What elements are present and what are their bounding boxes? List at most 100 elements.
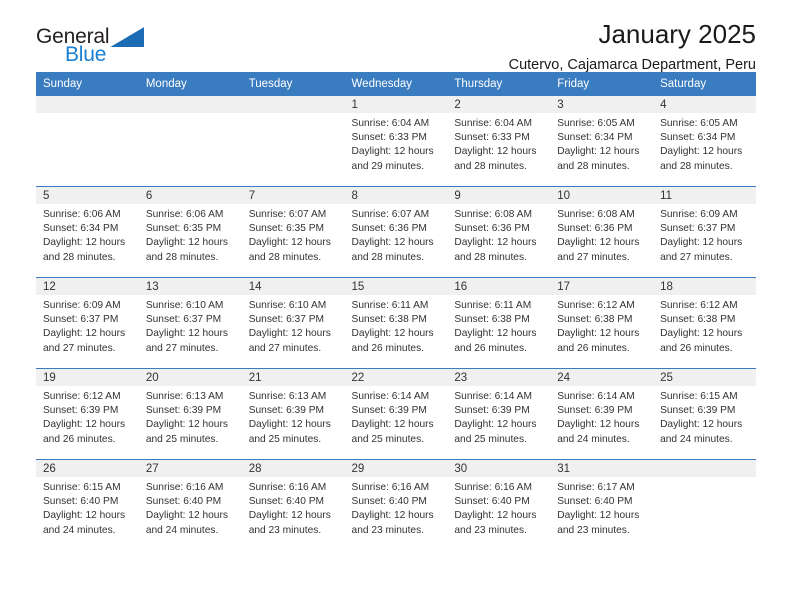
calendar-day-cell[interactable]: 14 Sunrise: 6:10 AM Sunset: 6:37 PM Dayligh… — [241, 277, 345, 369]
calendar-day-cell[interactable]: 30 Sunrise: 6:16 AM Sunset: 6:40 PM Dayligh… — [447, 459, 551, 550]
calendar-day-cell[interactable]: 28 Sunrise: 6:16 AM Sunset: 6:40 PM Dayligh… — [241, 459, 345, 550]
calendar-day-cell[interactable]: 12 Sunrise: 6:09 AM Sunset: 6:37 PM Dayligh… — [36, 277, 139, 369]
page-header: General Blue January 2025 Cutervo, Cajam… — [36, 0, 756, 74]
calendar-day-cell[interactable]: 22 Sunrise: 6:14 AM Sunset: 6:39 PM Dayligh… — [344, 368, 448, 460]
calendar-day-cell[interactable]: 21 Sunrise: 6:13 AM Sunset: 6:39 PM Dayligh… — [241, 368, 345, 460]
sun-info: Sunrise: 6:04 AM Sunset: 6:33 PM Daylight:… — [345, 113, 448, 174]
sunset-time: Sunset: 6:39 PM — [351, 405, 427, 417]
day-number: 11 — [653, 187, 756, 204]
day-cell-inner: 28 Sunrise: 6:16 AM Sunset: 6:40 PM Dayligh… — [241, 460, 345, 550]
sun-info: Sunrise: 6:17 AM Sunset: 6:40 PM Daylight:… — [550, 477, 653, 538]
sunset-time: Sunset: 6:33 PM — [351, 132, 427, 144]
calendar-day-cell[interactable]: 19 Sunrise: 6:12 AM Sunset: 6:39 PM Dayligh… — [36, 368, 139, 460]
day-cell-inner: 26 Sunrise: 6:15 AM Sunset: 6:40 PM Dayligh… — [36, 460, 139, 550]
daylight-duration-line1: Daylight: 12 hours — [145, 419, 228, 431]
calendar-day-cell[interactable]: 29 Sunrise: 6:16 AM Sunset: 6:40 PM Dayligh… — [344, 459, 448, 550]
sun-info: Sunrise: 6:16 AM Sunset: 6:40 PM Daylight:… — [242, 477, 345, 538]
daylight-duration-line2: and 27 minutes. — [43, 342, 116, 354]
day-number — [138, 96, 242, 113]
sunset-time: Sunset: 6:40 PM — [557, 496, 633, 508]
sunset-time: Sunset: 6:34 PM — [43, 223, 119, 235]
daylight-duration-line1: Daylight: 12 hours — [43, 328, 126, 340]
calendar-day-cell[interactable]: 18 Sunrise: 6:12 AM Sunset: 6:38 PM Dayligh… — [653, 277, 756, 369]
day-number: 3 — [550, 96, 654, 113]
title-block: January 2025 Cutervo, Cajamarca Departme… — [509, 19, 756, 74]
sunrise-time: Sunrise: 6:07 AM — [248, 209, 327, 220]
daylight-duration-line1: Daylight: 12 hours — [351, 146, 434, 158]
day-cell-inner: 15 Sunrise: 6:11 AM Sunset: 6:38 PM Dayligh… — [344, 278, 448, 368]
sunset-time: Sunset: 6:37 PM — [43, 314, 119, 326]
day-number: 28 — [241, 460, 345, 477]
calendar-day-cell[interactable]: 1 Sunrise: 6:04 AM Sunset: 6:33 PM Daylight… — [344, 96, 448, 187]
day-number — [36, 96, 139, 113]
calendar-day-cell[interactable]: 7 Sunrise: 6:07 AM Sunset: 6:35 PM Daylight… — [241, 186, 345, 278]
day-cell-inner — [36, 96, 139, 186]
calendar-day-cell[interactable]: 23 Sunrise: 6:14 AM Sunset: 6:39 PM Dayligh… — [447, 368, 551, 460]
day-cell-inner: 11 Sunrise: 6:09 AM Sunset: 6:37 PM Dayligh… — [653, 187, 756, 277]
calendar-table: Sunday Monday Tuesday Wednesday Thursday Frid… — [36, 72, 756, 550]
day-number: 6 — [138, 187, 242, 204]
sun-info: Sunrise: 6:16 AM Sunset: 6:40 PM Daylight:… — [345, 477, 448, 538]
daylight-duration-line1: Daylight: 12 hours — [660, 146, 743, 158]
sunset-time: Sunset: 6:40 PM — [43, 496, 119, 508]
daylight-duration-line1: Daylight: 12 hours — [248, 419, 331, 431]
calendar-day-cell[interactable]: 16 Sunrise: 6:11 AM Sunset: 6:38 PM Dayligh… — [447, 277, 551, 369]
calendar-day-cell[interactable]: 13 Sunrise: 6:10 AM Sunset: 6:37 PM Dayligh… — [138, 277, 242, 369]
daylight-duration-line2: and 27 minutes. — [248, 342, 322, 354]
daylight-duration-line1: Daylight: 12 hours — [660, 419, 743, 431]
calendar-day-cell[interactable]: 17 Sunrise: 6:12 AM Sunset: 6:38 PM Dayligh… — [550, 277, 654, 369]
calendar-day-cell[interactable]: 2 Sunrise: 6:04 AM Sunset: 6:33 PM Daylight… — [447, 96, 551, 187]
sunrise-time: Sunrise: 6:12 AM — [43, 391, 121, 402]
weekday-header-tuesday: Tuesday — [241, 72, 345, 96]
weekday-header-sunday: Sunday — [36, 72, 139, 96]
sunset-time: Sunset: 6:40 PM — [351, 496, 427, 508]
day-cell-inner: 17 Sunrise: 6:12 AM Sunset: 6:38 PM Dayligh… — [550, 278, 654, 368]
calendar-day-cell[interactable]: 24 Sunrise: 6:14 AM Sunset: 6:39 PM Dayligh… — [550, 368, 654, 460]
daylight-duration-line2: and 26 minutes. — [43, 433, 116, 445]
day-cell-inner: 1 Sunrise: 6:04 AM Sunset: 6:33 PM Daylight… — [344, 96, 448, 186]
calendar-week-row: 12 Sunrise: 6:09 AM Sunset: 6:37 PM Dayligh… — [36, 277, 756, 369]
daylight-duration-line2: and 25 minutes. — [351, 433, 425, 445]
calendar-day-cell[interactable]: 6 Sunrise: 6:06 AM Sunset: 6:35 PM Daylight… — [138, 186, 242, 278]
sun-info: Sunrise: 6:10 AM Sunset: 6:37 PM Daylight:… — [139, 295, 242, 356]
day-number: 13 — [138, 278, 242, 295]
sunset-time: Sunset: 6:38 PM — [557, 314, 633, 326]
sunset-time: Sunset: 6:39 PM — [145, 405, 222, 417]
day-cell-inner: 19 Sunrise: 6:12 AM Sunset: 6:39 PM Dayligh… — [36, 369, 139, 459]
calendar-day-cell[interactable]: 5 Sunrise: 6:06 AM Sunset: 6:34 PM Daylight… — [36, 186, 139, 278]
day-number: 18 — [653, 278, 756, 295]
logo-text-blue: Blue — [65, 43, 107, 66]
sun-info: Sunrise: 6:14 AM Sunset: 6:39 PM Daylight:… — [550, 386, 653, 447]
calendar-day-cell[interactable]: 27 Sunrise: 6:16 AM Sunset: 6:40 PM Dayligh… — [138, 459, 242, 550]
day-cell-inner: 29 Sunrise: 6:16 AM Sunset: 6:40 PM Dayligh… — [344, 460, 448, 550]
day-number: 4 — [653, 96, 756, 113]
day-number: 7 — [241, 187, 345, 204]
sunset-time: Sunset: 6:35 PM — [145, 223, 222, 235]
weekday-header-row: Sunday Monday Tuesday Wednesday Thursday Frid… — [36, 72, 756, 96]
calendar-day-cell[interactable]: 8 Sunrise: 6:07 AM Sunset: 6:36 PM Daylight… — [344, 186, 448, 278]
day-number: 24 — [550, 369, 654, 386]
calendar-day-cell[interactable]: 11 Sunrise: 6:09 AM Sunset: 6:37 PM Dayligh… — [653, 186, 756, 278]
calendar-day-cell[interactable]: 20 Sunrise: 6:13 AM Sunset: 6:39 PM Dayligh… — [138, 368, 242, 460]
day-number: 15 — [344, 278, 448, 295]
calendar-cell-empty — [36, 96, 139, 187]
day-cell-inner: 21 Sunrise: 6:13 AM Sunset: 6:39 PM Dayligh… — [241, 369, 345, 459]
daylight-duration-line2: and 24 minutes. — [43, 524, 116, 536]
calendar-day-cell[interactable]: 3 Sunrise: 6:05 AM Sunset: 6:34 PM Daylight… — [550, 96, 654, 187]
daylight-duration-line2: and 28 minutes. — [43, 251, 116, 263]
sunrise-time: Sunrise: 6:11 AM — [351, 300, 429, 311]
calendar-day-cell[interactable]: 25 Sunrise: 6:15 AM Sunset: 6:39 PM Dayligh… — [653, 368, 756, 460]
daylight-duration-line2: and 23 minutes. — [557, 524, 630, 536]
calendar-day-cell[interactable]: 10 Sunrise: 6:08 AM Sunset: 6:36 PM Dayligh… — [550, 186, 654, 278]
calendar-day-cell[interactable]: 4 Sunrise: 6:05 AM Sunset: 6:34 PM Daylight… — [653, 96, 756, 187]
calendar-day-cell[interactable]: 26 Sunrise: 6:15 AM Sunset: 6:40 PM Dayligh… — [36, 459, 139, 550]
sunrise-time: Sunrise: 6:06 AM — [43, 209, 121, 220]
calendar-day-cell[interactable]: 9 Sunrise: 6:08 AM Sunset: 6:36 PM Daylight… — [447, 186, 551, 278]
day-number: 22 — [344, 369, 448, 386]
sunrise-time: Sunrise: 6:16 AM — [145, 482, 224, 493]
sunset-time: Sunset: 6:39 PM — [660, 405, 736, 417]
sunset-time: Sunset: 6:39 PM — [557, 405, 633, 417]
calendar-day-cell[interactable]: 31 Sunrise: 6:17 AM Sunset: 6:40 PM Dayligh… — [550, 459, 654, 550]
calendar-day-cell[interactable]: 15 Sunrise: 6:11 AM Sunset: 6:38 PM Dayligh… — [344, 277, 448, 369]
sunset-time: Sunset: 6:37 PM — [248, 314, 325, 326]
